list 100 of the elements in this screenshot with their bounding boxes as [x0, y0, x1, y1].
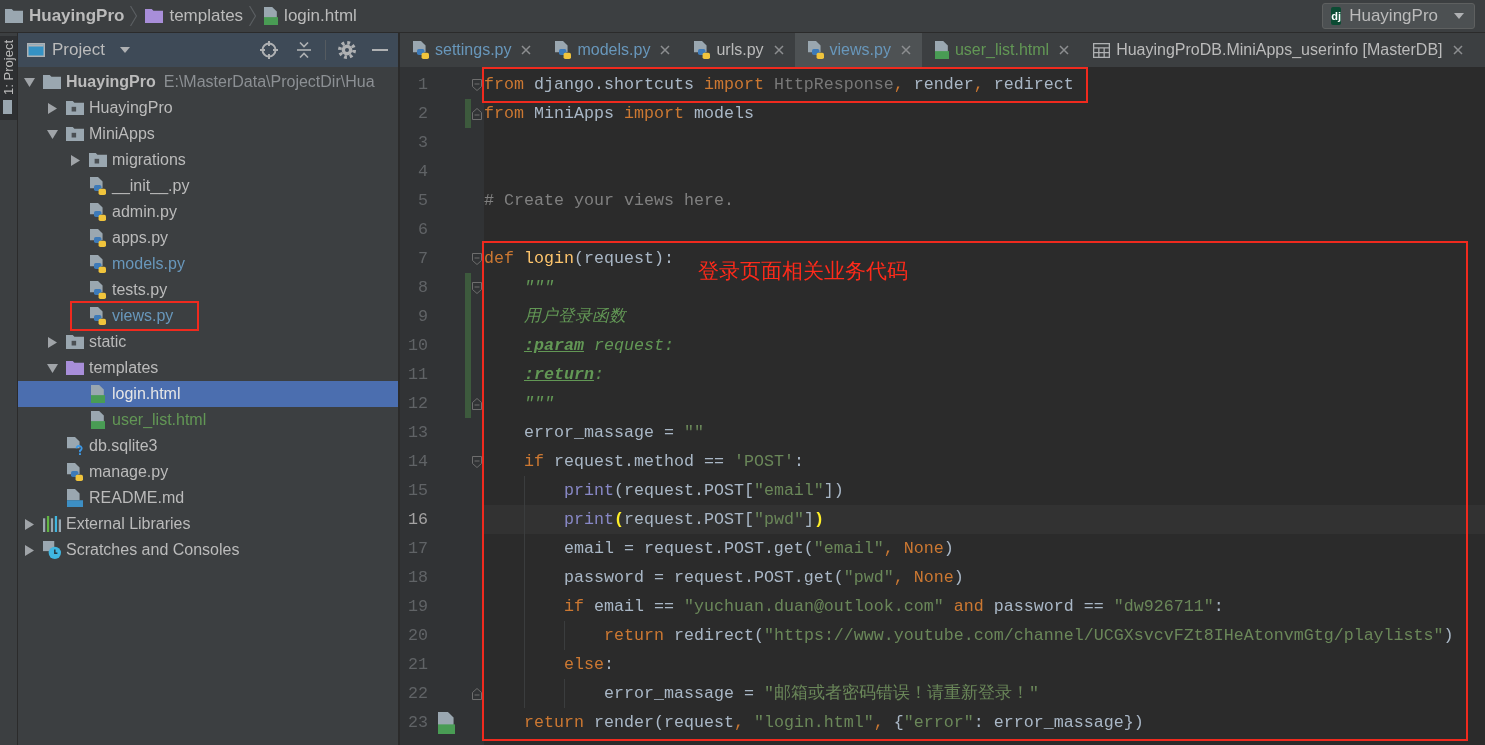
- expand-arrow-icon[interactable]: [24, 518, 34, 530]
- view-selector[interactable]: Project: [27, 40, 130, 60]
- html-file-icon: [934, 41, 949, 59]
- line-number: 16: [407, 509, 428, 531]
- app-icon: dj: [1331, 7, 1342, 25]
- editor-tab[interactable]: user_list.html: [921, 33, 1081, 67]
- run-config-dropdown[interactable]: dj HuayingPro: [1322, 3, 1475, 29]
- folder-icon: [66, 127, 84, 141]
- python-file-icon: [90, 307, 106, 325]
- crosshair-icon[interactable]: [260, 41, 278, 59]
- expand-arrow-icon[interactable]: [47, 102, 57, 114]
- close-icon[interactable]: [521, 45, 532, 55]
- code-line: return redirect("https://www.youtube.com/channel/UCGXsvcvFZt8IHeAtonvmGtg/playlists"): [603, 626, 1454, 645]
- close-icon[interactable]: [1452, 45, 1463, 55]
- tree-item[interactable]: tests.py: [18, 277, 398, 303]
- caret-icon: [1454, 13, 1464, 19]
- tree-item[interactable]: HuayingPro: [18, 95, 398, 121]
- tree-item[interactable]: MiniApps: [18, 121, 398, 147]
- folder-icon: [89, 153, 107, 167]
- tree-item[interactable]: __init__.py: [18, 173, 398, 199]
- code-line: return render(request, "login.html", {"error": error_massage}): [524, 713, 1144, 732]
- code-line: error_massage = "": [524, 423, 704, 442]
- html-file-icon: [91, 385, 105, 403]
- annotation-label: 登录页面相关业务代码: [698, 258, 908, 284]
- python-file-icon: [807, 41, 824, 59]
- html-file-icon: [91, 411, 105, 429]
- close-icon[interactable]: [773, 45, 784, 55]
- html-file-icon[interactable]: [437, 711, 455, 734]
- folder-icon: [66, 335, 84, 349]
- fold-marker-icon[interactable]: [472, 397, 482, 410]
- tree-item[interactable]: admin.py: [18, 199, 398, 225]
- tool-window-button[interactable]: 1: Project: [0, 36, 17, 120]
- tree-item[interactable]: models.py: [18, 251, 398, 277]
- breadcrumb-item[interactable]: login.html: [264, 6, 357, 26]
- collapse-icon[interactable]: [297, 42, 311, 58]
- code-line: """: [524, 278, 554, 297]
- tree-item[interactable]: migrations: [18, 147, 398, 173]
- fold-marker-icon[interactable]: [472, 687, 482, 700]
- expand-arrow-icon[interactable]: [47, 336, 57, 348]
- code-line: password = request.POST.get("pwd", None): [563, 568, 964, 587]
- expand-arrow-icon[interactable]: [70, 154, 80, 166]
- folder-icon: [66, 361, 84, 375]
- python-file-icon: [90, 229, 106, 247]
- python-file-icon: [555, 41, 572, 59]
- code-line: if request.method == 'POST':: [524, 452, 804, 471]
- breadcrumb-item[interactable]: HuayingPro: [5, 6, 125, 26]
- expand-arrow-icon[interactable]: [46, 129, 58, 139]
- tree-item[interactable]: README.md: [18, 485, 398, 511]
- project-path: E:\MasterData\ProjectDir\Hua: [163, 73, 375, 91]
- fold-marker-icon[interactable]: [472, 281, 482, 294]
- python-file-icon: [694, 41, 711, 59]
- tree-item[interactable]: login.html: [18, 381, 398, 407]
- code-line: from MiniApps import models: [484, 104, 754, 123]
- editor-tab[interactable]: settings.py: [400, 33, 543, 67]
- editor-tab[interactable]: models.py: [542, 33, 682, 67]
- code-line: def login(request):: [484, 249, 674, 268]
- code-line: :return:: [524, 365, 604, 384]
- expand-arrow-icon[interactable]: [23, 77, 35, 87]
- breadcrumb-item[interactable]: templates: [145, 6, 244, 26]
- code-line: 用户登录函数: [524, 307, 626, 326]
- close-icon[interactable]: [900, 45, 911, 55]
- code-line: """: [524, 394, 554, 413]
- folder-icon: [5, 9, 23, 23]
- close-icon[interactable]: [660, 45, 671, 55]
- fold-marker-icon[interactable]: [472, 455, 482, 468]
- tree-item[interactable]: manage.py: [18, 459, 398, 485]
- settings-icon[interactable]: [338, 41, 356, 59]
- tree-item[interactable]: HuayingPro E:\MasterData\ProjectDir\Hua: [18, 69, 398, 95]
- code-line: print(request.POST["pwd"]): [563, 510, 824, 529]
- fold-marker-icon[interactable]: [472, 107, 482, 120]
- editor-tab[interactable]: urls.py: [681, 33, 795, 67]
- expand-arrow-icon[interactable]: [46, 363, 58, 373]
- expand-arrow-icon[interactable]: [24, 544, 34, 556]
- folder-icon: [43, 75, 61, 89]
- fold-marker-icon[interactable]: [472, 78, 482, 91]
- tree-item[interactable]: templates: [18, 355, 398, 381]
- python-file-icon: [90, 255, 106, 273]
- tree-item[interactable]: user_list.html: [18, 407, 398, 433]
- tree-item[interactable]: External Libraries: [18, 511, 398, 537]
- tree-item[interactable]: db.sqlite3: [18, 433, 398, 459]
- tree-item[interactable]: static: [18, 329, 398, 355]
- python-file-icon: [413, 41, 429, 59]
- code-line: # Create your views here.: [484, 191, 734, 210]
- python-file-icon: [90, 203, 106, 221]
- tree-item[interactable]: Scratches and Consoles: [18, 537, 398, 563]
- caret-icon: [119, 47, 130, 53]
- code-line: from django.shortcuts import HttpResponse, render, redirect: [484, 75, 1074, 94]
- tree-item[interactable]: apps.py: [18, 225, 398, 251]
- folder-icon: [66, 101, 84, 115]
- close-icon[interactable]: [1059, 45, 1070, 55]
- folder-icon: [145, 9, 164, 23]
- tree-item[interactable]: views.py: [18, 303, 398, 329]
- code-line: error_massage = "邮箱或者密码错误！请重新登录！": [603, 684, 1039, 703]
- window-icon: [27, 43, 45, 57]
- python-file-icon: [67, 463, 83, 481]
- table-icon: [1093, 42, 1111, 58]
- editor-tab[interactable]: HuayingProDB.MiniApps_userinfo [MasterDB]: [1080, 33, 1474, 67]
- folder-icon: [2, 99, 15, 114]
- fold-marker-icon[interactable]: [472, 252, 482, 265]
- unknown-file-icon: [67, 437, 83, 455]
